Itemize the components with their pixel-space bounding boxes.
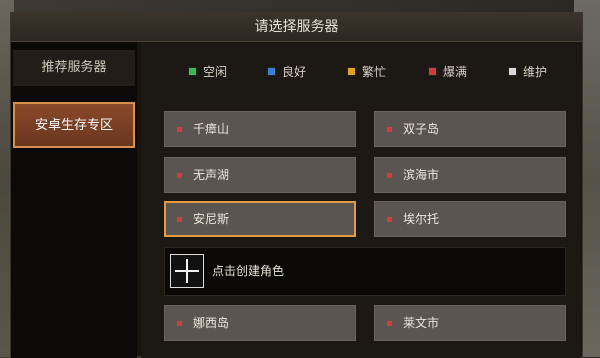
tab-recommended-servers[interactable]: 推荐服务器 bbox=[13, 50, 135, 86]
server-name: 娜西岛 bbox=[193, 316, 230, 330]
status-dot-full bbox=[387, 173, 392, 178]
legend-item-maintenance: 维护 bbox=[508, 64, 547, 80]
server-button[interactable]: 莱文市 bbox=[374, 305, 566, 341]
server-button[interactable]: 埃尔托 bbox=[374, 201, 566, 237]
create-character-button[interactable]: 点击创建角色 bbox=[164, 247, 566, 296]
server-name: 埃尔托 bbox=[403, 212, 440, 226]
server-select-dialog: 请选择服务器 推荐服务器 安卓生存专区 空闲 良好 繁忙 爆满 维护 千瘴山 双… bbox=[10, 12, 583, 358]
plus-icon bbox=[170, 254, 204, 288]
status-dot-full bbox=[387, 217, 392, 222]
legend-label: 爆满 bbox=[443, 65, 468, 79]
status-dot-full bbox=[177, 217, 182, 222]
legend-item-good: 良好 bbox=[267, 64, 306, 80]
server-button[interactable]: 千瘴山 bbox=[164, 111, 356, 147]
status-swatch-good bbox=[267, 67, 276, 76]
server-button[interactable]: 娜西岛 bbox=[164, 305, 356, 341]
server-list-panel: 空闲 良好 繁忙 爆满 维护 千瘴山 双子岛 无声湖 滨海市 安尼斯 埃尔托 点… bbox=[141, 42, 581, 358]
legend-label: 良好 bbox=[282, 65, 307, 79]
status-dot-full bbox=[177, 321, 182, 326]
legend-item-full: 爆满 bbox=[428, 64, 467, 80]
status-swatch-maintenance bbox=[508, 67, 517, 76]
legend-label: 维护 bbox=[523, 65, 548, 79]
server-name: 滨海市 bbox=[403, 168, 440, 182]
server-name: 千瘴山 bbox=[193, 122, 230, 136]
status-swatch-idle bbox=[188, 67, 197, 76]
status-legend: 空闲 良好 繁忙 爆满 维护 bbox=[141, 64, 581, 80]
zone-sidebar: 推荐服务器 安卓生存专区 bbox=[11, 42, 137, 358]
status-dot-full bbox=[387, 127, 392, 132]
status-dot-full bbox=[387, 321, 392, 326]
legend-item-idle: 空闲 bbox=[188, 64, 227, 80]
dialog-title: 请选择服务器 bbox=[11, 13, 582, 42]
status-swatch-full bbox=[428, 67, 437, 76]
status-dot-full bbox=[177, 127, 182, 132]
status-dot-full bbox=[177, 173, 182, 178]
tab-android-survival-zone[interactable]: 安卓生存专区 bbox=[13, 102, 135, 148]
server-button[interactable]: 滨海市 bbox=[374, 157, 566, 193]
server-name: 安尼斯 bbox=[193, 212, 230, 226]
legend-label: 繁忙 bbox=[362, 65, 387, 79]
server-button[interactable]: 无声湖 bbox=[164, 157, 356, 193]
server-button[interactable]: 双子岛 bbox=[374, 111, 566, 147]
create-character-label: 点击创建角色 bbox=[212, 264, 285, 278]
legend-label: 空闲 bbox=[203, 65, 228, 79]
status-swatch-busy bbox=[347, 67, 356, 76]
server-button-selected[interactable]: 安尼斯 bbox=[164, 201, 356, 237]
server-name: 无声湖 bbox=[193, 168, 230, 182]
legend-item-busy: 繁忙 bbox=[347, 64, 386, 80]
server-name: 双子岛 bbox=[403, 122, 440, 136]
server-name: 莱文市 bbox=[403, 316, 440, 330]
